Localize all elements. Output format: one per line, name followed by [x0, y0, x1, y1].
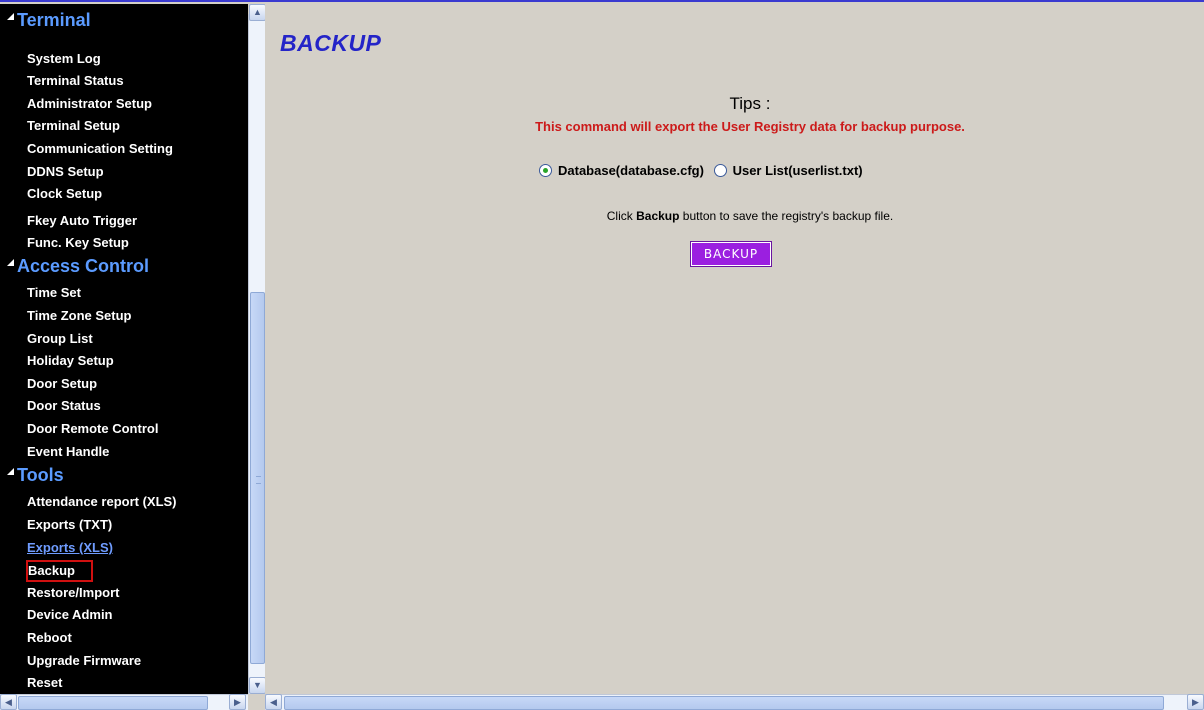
collapse-triangle-icon	[7, 468, 14, 475]
sidebar-item-time-set[interactable]: Time Set	[27, 285, 81, 301]
sidebar-item-administrator-setup[interactable]: Administrator Setup	[27, 96, 152, 112]
sidebar-vertical-scrollbar[interactable]: ▲ ▼	[248, 4, 266, 694]
scroll-up-arrow-icon[interactable]: ▲	[249, 4, 266, 21]
backup-button[interactable]: BACKUP	[690, 241, 772, 267]
tips-text: This command will export the User Regist…	[535, 119, 965, 134]
browser-frame: Terminal System Log Terminal Status Admi…	[0, 0, 1204, 710]
sidebar-scroll-thumb[interactable]	[250, 292, 265, 664]
sidebar-item-communication-setting[interactable]: Communication Setting	[27, 141, 173, 157]
option-user-list[interactable]: User List(userlist.txt)	[713, 163, 863, 178]
sidebar-item-device-admin[interactable]: Device Admin	[27, 607, 113, 623]
backup-type-options: Database(database.cfg) User List(userlis…	[539, 163, 863, 178]
section-header-terminal[interactable]: Terminal	[7, 10, 91, 31]
option-user-list-label: User List(userlist.txt)	[732, 163, 863, 178]
radio-database[interactable]	[539, 164, 552, 177]
sidebar-item-event-handle[interactable]: Event Handle	[27, 444, 109, 460]
sidebar-item-attendance-report-xls[interactable]: Attendance report (XLS)	[27, 494, 177, 510]
sidebar: Terminal System Log Terminal Status Admi…	[0, 4, 248, 694]
sidebar-item-exports-txt[interactable]: Exports (TXT)	[27, 517, 112, 533]
sidebar-item-restore-import[interactable]: Restore/Import	[27, 585, 119, 601]
sidebar-item-terminal-setup[interactable]: Terminal Setup	[27, 118, 120, 134]
page-title: BACKUP	[280, 30, 382, 56]
radio-user-list[interactable]	[713, 164, 727, 177]
collapse-triangle-icon	[7, 259, 14, 266]
sidebar-item-system-log[interactable]: System Log	[27, 51, 101, 67]
sidebar-item-door-remote-control[interactable]: Door Remote Control	[27, 421, 158, 437]
sidebar-item-terminal-status[interactable]: Terminal Status	[27, 73, 124, 89]
option-database[interactable]: Database(database.cfg)	[539, 163, 704, 178]
scroll-down-arrow-icon[interactable]: ▼	[249, 677, 266, 694]
sidebar-item-reboot[interactable]: Reboot	[27, 630, 72, 646]
option-database-label: Database(database.cfg)	[558, 163, 704, 178]
sidebar-item-door-status[interactable]: Door Status	[27, 398, 101, 414]
sidebar-item-ddns-setup[interactable]: DDNS Setup	[27, 164, 104, 180]
sidebar-item-holiday-setup[interactable]: Holiday Setup	[27, 353, 114, 369]
collapse-triangle-icon	[7, 13, 14, 20]
sidebar-item-backup[interactable]: Backup	[26, 560, 93, 582]
sidebar-item-group-list[interactable]: Group List	[27, 331, 93, 347]
sidebar-item-reset[interactable]: Reset	[27, 675, 62, 691]
sidebar-item-time-zone-setup[interactable]: Time Zone Setup	[27, 308, 132, 324]
section-header-access-control[interactable]: Access Control	[7, 256, 149, 277]
sidebar-item-func-key-setup[interactable]: Func. Key Setup	[27, 235, 129, 251]
sidebar-item-upgrade-firmware[interactable]: Upgrade Firmware	[27, 653, 141, 669]
sidebar-item-door-setup[interactable]: Door Setup	[27, 376, 97, 392]
instruction-text: Click Backup button to save the registry…	[606, 209, 894, 223]
tips-heading: Tips :	[729, 94, 771, 113]
sidebar-item-clock-setup[interactable]: Clock Setup	[27, 186, 102, 202]
sidebar-item-fkey-auto-trigger[interactable]: Fkey Auto Trigger	[27, 213, 137, 229]
section-header-tools[interactable]: Tools	[7, 465, 64, 486]
sidebar-item-exports-xls[interactable]: Exports (XLS)	[27, 540, 113, 556]
grip-icon	[256, 476, 261, 484]
main-content: BACKUP Tips : This command will export t…	[265, 4, 1204, 694]
